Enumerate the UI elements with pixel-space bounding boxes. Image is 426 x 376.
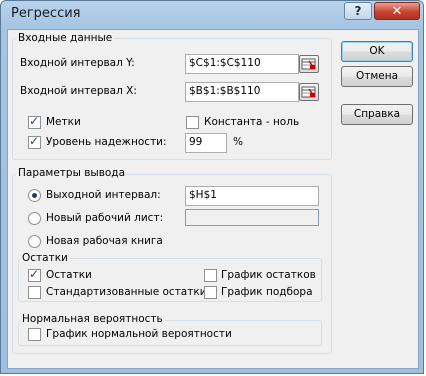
constant-zero-label: Константа - ноль [204,116,300,128]
percent-sign: % [233,136,243,148]
constant-zero-checkbox[interactable] [186,116,199,129]
residual-plot-checkbox[interactable] [204,269,217,282]
new-sheet-radio[interactable] [28,212,41,225]
input-group-label: Входные данные [16,32,115,44]
new-workbook-label: Новая рабочая книга [46,235,163,247]
output-range-radio[interactable] [28,189,41,202]
confidence-checkbox[interactable] [28,134,41,149]
help-button[interactable]: Справка [341,104,413,125]
help-icon[interactable]: ? [344,2,372,20]
output-range-input[interactable]: $H$1 [185,186,319,206]
close-icon[interactable]: ✕ [374,2,420,20]
x-range-input[interactable]: $B$1:$B$110 [185,82,299,102]
new-workbook-radio[interactable] [28,235,41,248]
cancel-button[interactable]: Отмена [341,66,413,87]
labels-checkbox[interactable] [28,114,41,129]
new-sheet-input[interactable] [185,209,319,226]
residuals-checkbox-label: Остатки [46,269,92,281]
title-bar[interactable]: Регрессия ? ✕ [1,1,423,29]
ok-button[interactable]: OK [341,41,413,62]
normal-probability-plot-label: График нормальной вероятности [46,328,232,340]
standardized-residuals-label: Стандартизованные остатки [46,286,207,298]
y-range-input[interactable]: $C$1:$C$110 [185,54,299,74]
y-range-label: Входной интервал Y: [20,57,135,69]
new-sheet-label: Новый рабочий лист: [46,212,164,224]
line-fit-plot-label: График подбора [221,286,313,298]
confidence-input[interactable]: 99 [185,133,227,153]
output-range-label: Выходной интервал: [46,189,161,201]
confidence-label: Уровень надежности: [46,136,167,148]
standardized-residuals-checkbox[interactable] [28,286,41,299]
dialog-title: Регрессия [11,6,81,21]
residuals-group-label: Остатки [20,252,70,264]
normal-probability-plot-checkbox[interactable] [28,328,41,341]
line-fit-plot-checkbox[interactable] [204,286,217,299]
output-group-label: Параметры вывода [16,167,128,179]
x-range-label: Входной интервал X: [20,85,137,97]
residuals-checkbox[interactable] [28,267,41,282]
regression-dialog: Регрессия ? ✕ Входные данные Входной инт… [0,0,424,374]
dialog-body: Входные данные Входной интервал Y: $C$1:… [7,29,419,369]
residual-plot-label: График остатков [221,269,316,281]
range-picker-icon[interactable] [299,55,319,73]
normal-probability-group-label: Нормальная вероятность [20,313,165,325]
range-picker-icon[interactable] [299,83,319,101]
labels-checkbox-label: Метки [46,116,81,128]
